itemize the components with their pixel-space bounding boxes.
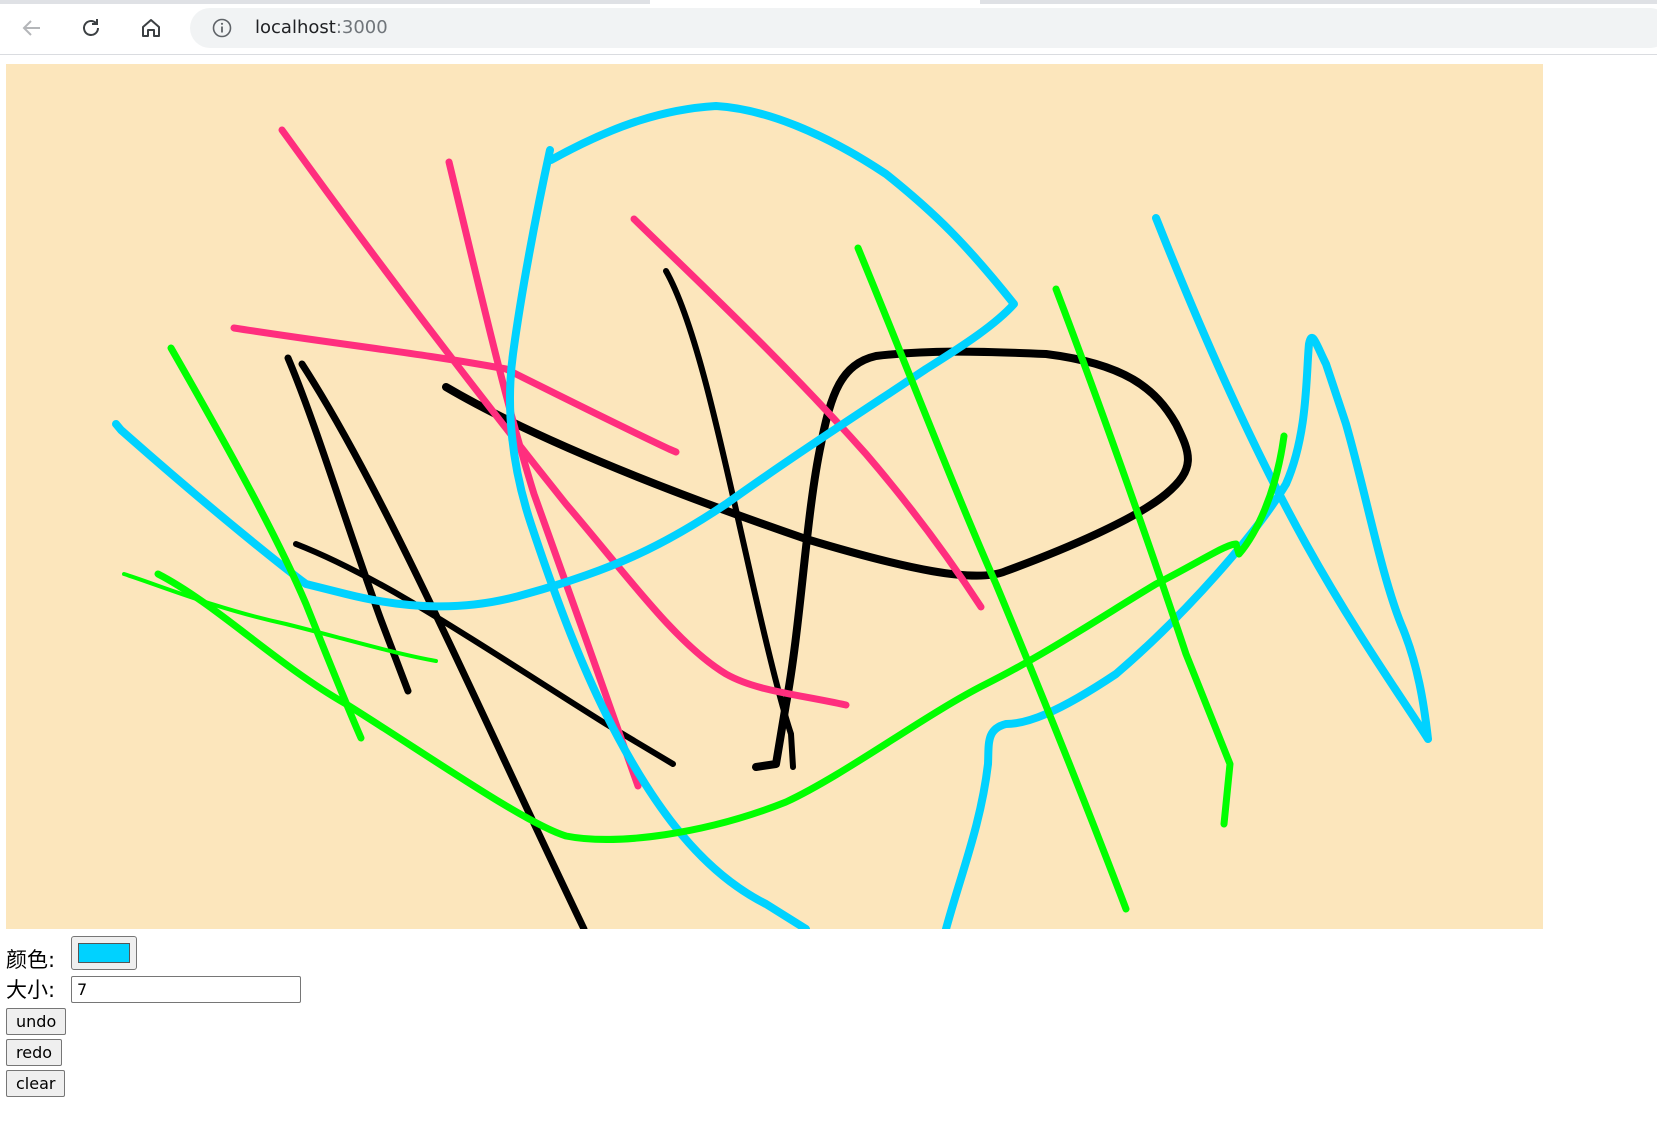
info-icon[interactable]	[212, 18, 232, 38]
redo-button[interactable]: redo	[6, 1039, 63, 1066]
green-stroke	[167, 344, 365, 742]
undo-button[interactable]: undo	[6, 1008, 67, 1035]
back-arrow-icon	[22, 20, 40, 36]
green-stroke	[854, 244, 1130, 913]
reload-icon	[83, 19, 99, 36]
black-stroke	[298, 360, 588, 929]
home-button[interactable]	[133, 10, 169, 46]
clear-button[interactable]: clear	[6, 1070, 66, 1097]
size-label: 大小:	[6, 978, 56, 1002]
color-picker[interactable]	[71, 936, 137, 970]
cyan-stroke	[942, 214, 1432, 929]
browser-toolbar: localhost:3000	[0, 4, 1657, 55]
color-swatch	[78, 943, 130, 963]
drawing-canvas[interactable]	[6, 64, 1543, 929]
url-text: localhost:3000	[255, 8, 388, 48]
home-icon	[142, 19, 160, 37]
url-host: localhost	[255, 17, 336, 38]
back-button[interactable]	[14, 10, 50, 46]
size-input[interactable]	[71, 976, 301, 1003]
reload-button[interactable]	[73, 10, 109, 46]
canvas-drawing	[112, 102, 1432, 929]
address-bar[interactable]: localhost:3000	[190, 8, 1657, 48]
color-label: 颜色:	[6, 948, 56, 972]
url-port: :3000	[335, 17, 388, 38]
green-stroke	[154, 432, 1288, 843]
